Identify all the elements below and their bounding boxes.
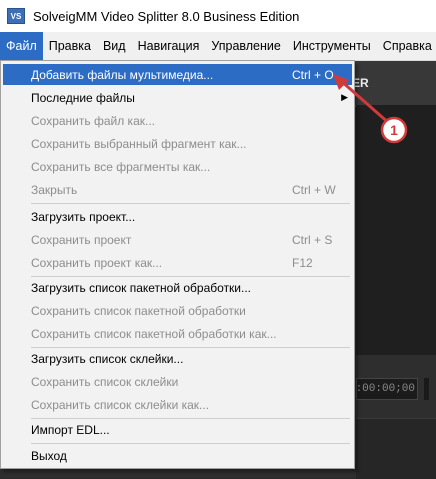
annotation-overlay: 1	[333, 74, 408, 144]
annotation-arrow-line	[339, 78, 391, 126]
annotation-number: 1	[390, 122, 398, 138]
